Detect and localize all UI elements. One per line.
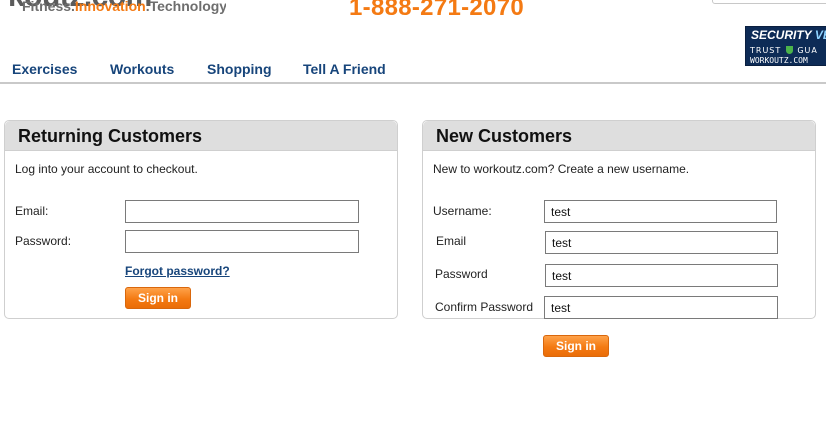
returning-customers-panel: Returning Customers Log into your accoun… xyxy=(4,120,398,319)
confirm-password-input[interactable] xyxy=(544,296,778,319)
phone-number: 1-888-271-2070 xyxy=(349,0,525,21)
confirm-password-label: Confirm Password xyxy=(435,300,534,314)
new-customers-intro-text: New to workoutz.com? Create a new userna… xyxy=(433,162,690,176)
panel-header: New Customers xyxy=(423,121,815,151)
new-customers-panel: New Customers New to workoutz.com? Creat… xyxy=(422,120,816,319)
new-email-input[interactable] xyxy=(545,231,778,254)
panel-title: New Customers xyxy=(436,126,573,146)
login-password-input[interactable] xyxy=(125,230,359,253)
forgot-password-link[interactable]: Forgot password? xyxy=(125,264,230,278)
site-logo[interactable]: koutz.com Fitness.Innovation.Technology xyxy=(6,0,226,30)
seal-domain: WORKOUTZ.COM xyxy=(750,56,808,65)
panel-title: Returning Customers xyxy=(18,126,203,146)
password-label: Password: xyxy=(15,234,72,248)
returning-intro-text: Log into your account to checkout. xyxy=(15,162,198,176)
header-search-box[interactable] xyxy=(712,0,826,4)
seal-trust-line: TRUST GUA xyxy=(750,46,818,55)
login-email-input[interactable] xyxy=(125,200,359,223)
new-customers-sign-in-button[interactable]: Sign in xyxy=(543,335,609,357)
email-label: Email: xyxy=(15,204,49,218)
username-label: Username: xyxy=(433,204,492,218)
security-seal-badge[interactable]: SECURITY VER TRUST GUA WORKOUTZ.COM xyxy=(745,26,826,66)
nav-item-workouts[interactable]: Workouts xyxy=(110,61,174,77)
nav-item-shopping[interactable]: Shopping xyxy=(207,61,272,77)
new-password-label: Password xyxy=(435,267,488,281)
panel-header: Returning Customers xyxy=(5,121,397,151)
username-input[interactable] xyxy=(544,200,777,223)
nav-divider xyxy=(0,82,826,84)
returning-sign-in-button[interactable]: Sign in xyxy=(125,287,191,309)
nav-item-tell-a-friend[interactable]: Tell A Friend xyxy=(303,61,386,77)
shield-icon xyxy=(785,46,793,54)
seal-title: SECURITY VER xyxy=(751,28,826,42)
new-password-input[interactable] xyxy=(545,264,778,287)
nav-item-exercises[interactable]: Exercises xyxy=(12,61,77,77)
logo-tagline: Fitness.Innovation.Technology xyxy=(22,0,226,14)
new-email-label: Email xyxy=(436,234,467,248)
